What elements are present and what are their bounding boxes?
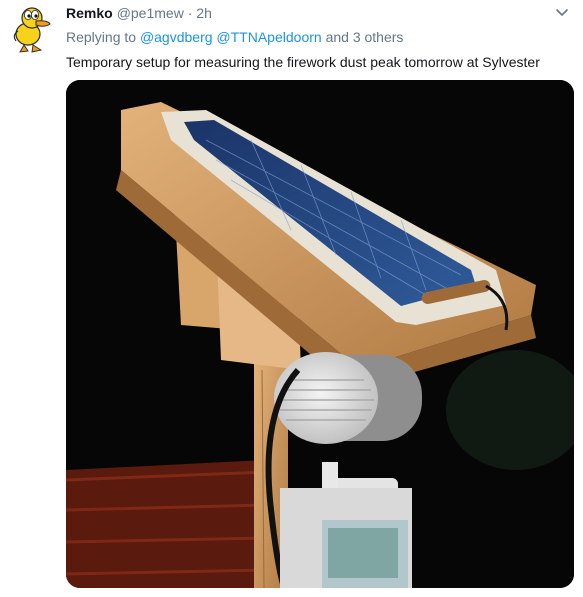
- author-handle[interactable]: @pe1mew: [117, 5, 184, 21]
- timestamp[interactable]: 2h: [196, 5, 212, 21]
- chevron-down-icon[interactable]: [555, 6, 569, 20]
- separator-dot: ·: [187, 5, 193, 21]
- author-name[interactable]: Remko: [66, 5, 113, 21]
- mention-ttnapeldoorn[interactable]: @TTNApeldoorn: [216, 29, 321, 45]
- avatar[interactable]: [10, 4, 56, 54]
- tweet[interactable]: Remko @pe1mew · 2h Replying to @agvdberg …: [0, 0, 583, 597]
- tweet-header: Remko @pe1mew · 2h: [66, 3, 212, 23]
- photo-illustration: [66, 80, 574, 588]
- replying-suffix: and 3 others: [325, 29, 404, 45]
- replying-to: Replying to @agvdberg @TTNApeldoorn and …: [66, 27, 403, 47]
- mention-agvdberg[interactable]: @agvdberg: [140, 29, 213, 45]
- tweet-photo[interactable]: [66, 80, 574, 588]
- replying-prefix: Replying to: [66, 29, 137, 45]
- tweet-text: Temporary setup for measuring the firewo…: [66, 54, 540, 70]
